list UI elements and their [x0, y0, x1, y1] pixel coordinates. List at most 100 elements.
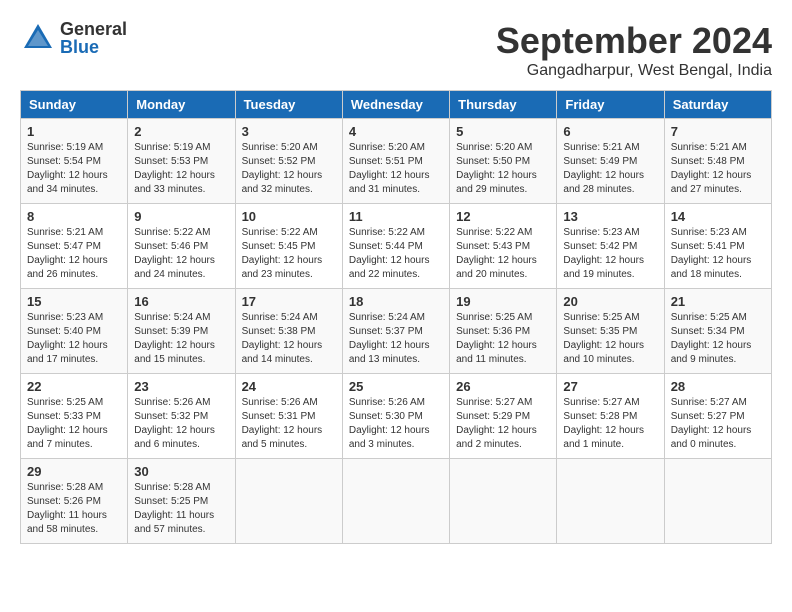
- calendar-cell: 16 Sunrise: 5:24 AM Sunset: 5:39 PM Dayli…: [128, 289, 235, 374]
- calendar-cell: 12 Sunrise: 5:22 AM Sunset: 5:43 PM Dayli…: [450, 204, 557, 289]
- week-row-4: 22 Sunrise: 5:25 AM Sunset: 5:33 PM Dayli…: [21, 374, 772, 459]
- day-number: 25: [349, 379, 443, 394]
- day-number: 30: [134, 464, 228, 479]
- day-number: 12: [456, 209, 550, 224]
- day-number: 13: [563, 209, 657, 224]
- calendar-cell: 23 Sunrise: 5:26 AM Sunset: 5:32 PM Dayli…: [128, 374, 235, 459]
- title-block: September 2024 Gangadharpur, West Bengal…: [496, 20, 772, 80]
- day-info: Sunrise: 5:21 AM Sunset: 5:49 PM Dayligh…: [563, 141, 657, 197]
- day-info: Sunrise: 5:26 AM Sunset: 5:32 PM Dayligh…: [134, 396, 228, 452]
- day-number: 11: [349, 209, 443, 224]
- day-number: 1: [27, 124, 121, 139]
- day-info: Sunrise: 5:19 AM Sunset: 5:53 PM Dayligh…: [134, 141, 228, 197]
- day-number: 9: [134, 209, 228, 224]
- day-info: Sunrise: 5:27 AM Sunset: 5:27 PM Dayligh…: [671, 396, 765, 452]
- day-info: Sunrise: 5:27 AM Sunset: 5:28 PM Dayligh…: [563, 396, 657, 452]
- day-number: 16: [134, 294, 228, 309]
- day-info: Sunrise: 5:23 AM Sunset: 5:40 PM Dayligh…: [27, 311, 121, 367]
- week-row-1: 1 Sunrise: 5:19 AM Sunset: 5:54 PM Daylig…: [21, 119, 772, 204]
- calendar-cell: 29Sunrise: 5:28 AM Sunset: 5:26 PM Dayli…: [21, 459, 128, 544]
- day-info: Sunrise: 5:24 AM Sunset: 5:39 PM Dayligh…: [134, 311, 228, 367]
- day-number: 20: [563, 294, 657, 309]
- month-title: September 2024: [496, 20, 772, 62]
- calendar-cell: 10 Sunrise: 5:22 AM Sunset: 5:45 PM Dayli…: [235, 204, 342, 289]
- calendar-cell: [450, 459, 557, 544]
- day-info: Sunrise: 5:20 AM Sunset: 5:50 PM Dayligh…: [456, 141, 550, 197]
- day-info: Sunrise: 5:25 AM Sunset: 5:34 PM Dayligh…: [671, 311, 765, 367]
- calendar-cell: 1 Sunrise: 5:19 AM Sunset: 5:54 PM Daylig…: [21, 119, 128, 204]
- day-info: Sunrise: 5:28 AM Sunset: 5:25 PM Dayligh…: [134, 481, 228, 537]
- column-header-thursday: Thursday: [450, 91, 557, 119]
- day-number: 18: [349, 294, 443, 309]
- calendar-cell: [235, 459, 342, 544]
- logo-text: General Blue: [60, 20, 127, 56]
- day-info: Sunrise: 5:22 AM Sunset: 5:43 PM Dayligh…: [456, 226, 550, 282]
- day-info: Sunrise: 5:20 AM Sunset: 5:52 PM Dayligh…: [242, 141, 336, 197]
- calendar-cell: 13 Sunrise: 5:23 AM Sunset: 5:42 PM Dayli…: [557, 204, 664, 289]
- day-number: 27: [563, 379, 657, 394]
- day-number: 10: [242, 209, 336, 224]
- calendar-table: SundayMondayTuesdayWednesdayThursdayFrid…: [20, 90, 772, 544]
- calendar-cell: [557, 459, 664, 544]
- calendar-cell: 2 Sunrise: 5:19 AM Sunset: 5:53 PM Daylig…: [128, 119, 235, 204]
- calendar-header-row: SundayMondayTuesdayWednesdayThursdayFrid…: [21, 91, 772, 119]
- day-number: 7: [671, 124, 765, 139]
- calendar-cell: 6 Sunrise: 5:21 AM Sunset: 5:49 PM Daylig…: [557, 119, 664, 204]
- day-info: Sunrise: 5:21 AM Sunset: 5:48 PM Dayligh…: [671, 141, 765, 197]
- calendar-cell: 11 Sunrise: 5:22 AM Sunset: 5:44 PM Dayli…: [342, 204, 449, 289]
- day-info: Sunrise: 5:22 AM Sunset: 5:46 PM Dayligh…: [134, 226, 228, 282]
- calendar-cell: 19 Sunrise: 5:25 AM Sunset: 5:36 PM Dayli…: [450, 289, 557, 374]
- day-number: 21: [671, 294, 765, 309]
- calendar-cell: 5Sunrise: 5:20 AM Sunset: 5:50 PM Daylig…: [450, 119, 557, 204]
- day-number: 19: [456, 294, 550, 309]
- day-info: Sunrise: 5:25 AM Sunset: 5:35 PM Dayligh…: [563, 311, 657, 367]
- day-number: 6: [563, 124, 657, 139]
- day-number: 29: [27, 464, 121, 479]
- day-info: Sunrise: 5:27 AM Sunset: 5:29 PM Dayligh…: [456, 396, 550, 452]
- day-info: Sunrise: 5:22 AM Sunset: 5:44 PM Dayligh…: [349, 226, 443, 282]
- calendar-cell: [664, 459, 771, 544]
- day-info: Sunrise: 5:25 AM Sunset: 5:36 PM Dayligh…: [456, 311, 550, 367]
- day-number: 28: [671, 379, 765, 394]
- calendar-cell: 27 Sunrise: 5:27 AM Sunset: 5:28 PM Dayli…: [557, 374, 664, 459]
- calendar-cell: 18Sunrise: 5:24 AM Sunset: 5:37 PM Dayli…: [342, 289, 449, 374]
- day-number: 15: [27, 294, 121, 309]
- day-number: 17: [242, 294, 336, 309]
- day-number: 2: [134, 124, 228, 139]
- day-info: Sunrise: 5:24 AM Sunset: 5:38 PM Dayligh…: [242, 311, 336, 367]
- column-header-wednesday: Wednesday: [342, 91, 449, 119]
- calendar-cell: 30 Sunrise: 5:28 AM Sunset: 5:25 PM Dayli…: [128, 459, 235, 544]
- day-number: 23: [134, 379, 228, 394]
- week-row-3: 15 Sunrise: 5:23 AM Sunset: 5:40 PM Dayli…: [21, 289, 772, 374]
- day-info: Sunrise: 5:20 AM Sunset: 5:51 PM Dayligh…: [349, 141, 443, 197]
- day-number: 14: [671, 209, 765, 224]
- day-info: Sunrise: 5:19 AM Sunset: 5:54 PM Dayligh…: [27, 141, 121, 197]
- calendar-cell: 22 Sunrise: 5:25 AM Sunset: 5:33 PM Dayli…: [21, 374, 128, 459]
- calendar-cell: 8Sunrise: 5:21 AM Sunset: 5:47 PM Daylig…: [21, 204, 128, 289]
- day-info: Sunrise: 5:26 AM Sunset: 5:31 PM Dayligh…: [242, 396, 336, 452]
- day-info: Sunrise: 5:21 AM Sunset: 5:47 PM Dayligh…: [27, 226, 121, 282]
- day-number: 24: [242, 379, 336, 394]
- week-row-2: 8Sunrise: 5:21 AM Sunset: 5:47 PM Daylig…: [21, 204, 772, 289]
- calendar-cell: 28 Sunrise: 5:27 AM Sunset: 5:27 PM Dayli…: [664, 374, 771, 459]
- calendar-cell: 25Sunrise: 5:26 AM Sunset: 5:30 PM Dayli…: [342, 374, 449, 459]
- week-row-5: 29Sunrise: 5:28 AM Sunset: 5:26 PM Dayli…: [21, 459, 772, 544]
- calendar-cell: 9 Sunrise: 5:22 AM Sunset: 5:46 PM Daylig…: [128, 204, 235, 289]
- day-info: Sunrise: 5:25 AM Sunset: 5:33 PM Dayligh…: [27, 396, 121, 452]
- column-header-tuesday: Tuesday: [235, 91, 342, 119]
- calendar-cell: 4Sunrise: 5:20 AM Sunset: 5:51 PM Daylig…: [342, 119, 449, 204]
- day-number: 3: [242, 124, 336, 139]
- day-number: 22: [27, 379, 121, 394]
- day-info: Sunrise: 5:22 AM Sunset: 5:45 PM Dayligh…: [242, 226, 336, 282]
- day-info: Sunrise: 5:23 AM Sunset: 5:41 PM Dayligh…: [671, 226, 765, 282]
- logo-icon: [20, 20, 56, 56]
- location: Gangadharpur, West Bengal, India: [496, 62, 772, 80]
- calendar-cell: 24 Sunrise: 5:26 AM Sunset: 5:31 PM Dayli…: [235, 374, 342, 459]
- column-header-monday: Monday: [128, 91, 235, 119]
- logo: General Blue: [20, 20, 127, 56]
- calendar-cell: 26Sunrise: 5:27 AM Sunset: 5:29 PM Dayli…: [450, 374, 557, 459]
- calendar-cell: 3 Sunrise: 5:20 AM Sunset: 5:52 PM Daylig…: [235, 119, 342, 204]
- column-header-saturday: Saturday: [664, 91, 771, 119]
- day-info: Sunrise: 5:23 AM Sunset: 5:42 PM Dayligh…: [563, 226, 657, 282]
- calendar-cell: 15 Sunrise: 5:23 AM Sunset: 5:40 PM Dayli…: [21, 289, 128, 374]
